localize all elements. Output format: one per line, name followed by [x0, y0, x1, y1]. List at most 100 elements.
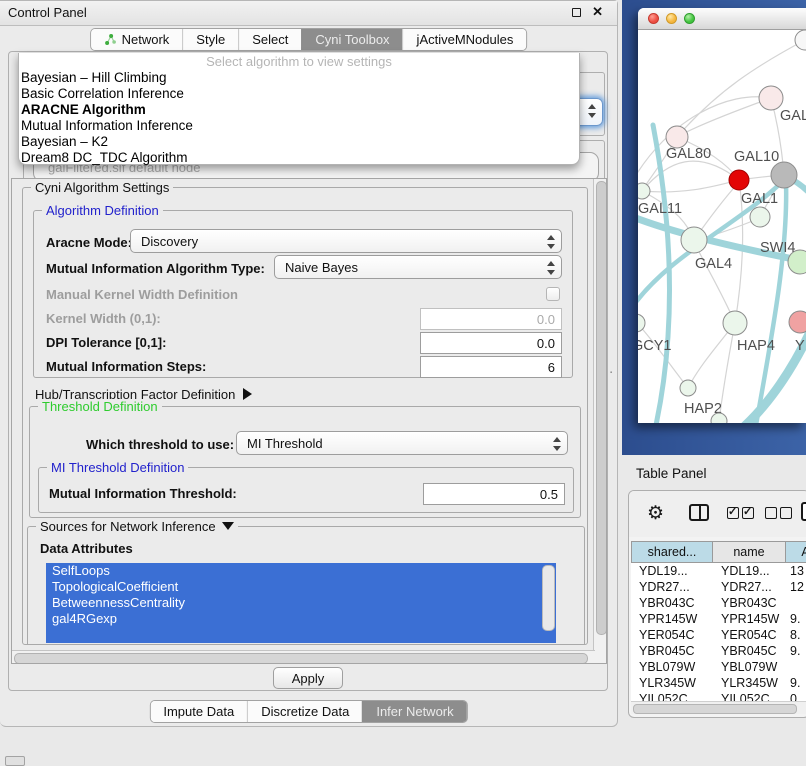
combo-arrows-icon	[587, 104, 596, 118]
settings-horizontal-scrollbar[interactable]	[12, 650, 595, 663]
cyni-settings-legend: Cyni Algorithm Settings	[31, 180, 173, 195]
table-horizontal-scrollbar[interactable]	[631, 701, 806, 714]
network-canvas[interactable]: GALGAL80GAL10GAL11GAL1GAL4SWI4GCY1HAP4YH…	[638, 30, 806, 423]
data-attribute-item[interactable]: SelfLoops	[46, 563, 556, 579]
network-node-hap4[interactable]	[723, 311, 747, 335]
table-rows: YDL19...YDL19...13YDR27...YDR27...12YBR0…	[631, 563, 806, 701]
table-cell: YBR043C	[631, 595, 713, 611]
table-row[interactable]: YBR045CYBR045C9.	[631, 643, 806, 659]
network-node[interactable]	[729, 170, 749, 190]
mi-steps-field[interactable]: 6	[420, 356, 562, 378]
table-icon[interactable]	[801, 502, 806, 521]
table-row[interactable]: YBL079WYBL079W	[631, 659, 806, 675]
table-cell: 9.	[786, 675, 806, 691]
network-node[interactable]	[795, 30, 806, 50]
table-row[interactable]: YPR145WYPR145W9.	[631, 611, 806, 627]
tab-label: Style	[196, 32, 225, 47]
tab-discretize-data[interactable]: Discretize Data	[247, 701, 362, 722]
control-panel-titlebar: Control Panel ✕	[0, 1, 617, 26]
settings-vertical-scrollbar[interactable]	[593, 179, 606, 663]
tab-network[interactable]: Network	[91, 29, 183, 50]
dropdown-prompt: Select algorithm to view settings	[19, 53, 579, 70]
table-cell: YIL052C	[713, 691, 786, 701]
close-icon[interactable]: ✕	[592, 4, 603, 20]
network-node-gal10[interactable]	[771, 162, 797, 188]
kernel-width-label: Kernel Width (0,1):	[46, 311, 161, 326]
table-row[interactable]: YLR345WYLR345W9.	[631, 675, 806, 691]
table-row[interactable]: YDL19...YDL19...13	[631, 563, 806, 579]
column-header[interactable]: shared...	[631, 541, 713, 563]
manual-kernel-checkbox	[546, 287, 560, 301]
dropdown-item[interactable]: Dream8 DC_TDC Algorithm	[19, 150, 579, 166]
network-graph: GALGAL80GAL10GAL11GAL1GAL4SWI4GCY1HAP4YH…	[638, 30, 806, 423]
unchecked-boxes-icon[interactable]	[765, 506, 795, 524]
table-row[interactable]: YDR27...YDR27...12	[631, 579, 806, 595]
apply-button[interactable]: Apply	[273, 667, 343, 689]
mi-threshold-value: 0.5	[540, 487, 558, 502]
tab-label: Discretize Data	[261, 704, 349, 719]
table-cell: 9.	[786, 611, 806, 627]
table-panel-title: Table Panel	[636, 466, 707, 481]
tab-label: Cyni Toolbox	[315, 32, 389, 47]
mi-threshold-field[interactable]: 0.5	[423, 483, 565, 505]
tab-impute-data[interactable]: Impute Data	[150, 701, 247, 722]
table-row[interactable]: YIL052CYIL052C0.	[631, 691, 806, 701]
table-cell: 9.	[786, 643, 806, 659]
column-header[interactable]: A	[786, 541, 806, 563]
table-row[interactable]: YBR043CYBR043C	[631, 595, 806, 611]
network-node-hap2[interactable]	[680, 380, 696, 396]
node-label: GAL11	[638, 201, 682, 217]
network-node-y[interactable]	[789, 311, 806, 333]
table-cell: YBR043C	[713, 595, 786, 611]
list-scrollbar[interactable]	[542, 565, 555, 631]
close-traffic-light-icon[interactable]	[648, 13, 659, 24]
network-window: GALGAL80GAL10GAL11GAL1GAL4SWI4GCY1HAP4YH…	[638, 8, 806, 423]
aracne-mode-combobox[interactable]: Discovery	[130, 229, 562, 253]
float-icon[interactable]	[572, 8, 581, 17]
splitter-handle[interactable]: ▪	[610, 370, 614, 376]
dropdown-item[interactable]: Basic Correlation Inference	[19, 86, 579, 102]
which-threshold-combobox[interactable]: MI Threshold	[236, 431, 568, 455]
network-node-gal[interactable]	[759, 86, 783, 110]
tab-label: Network	[122, 32, 170, 47]
network-node-gal80[interactable]	[666, 126, 688, 148]
table-panel-section: Table Panel ⚙ shared...nameA YDL19...YDL…	[618, 455, 806, 762]
tab-label: Impute Data	[163, 704, 234, 719]
columns-icon[interactable]	[689, 504, 709, 521]
bottom-left-partial-button[interactable]	[5, 756, 25, 766]
data-attributes-list[interactable]: SelfLoopsTopologicalCoefficientBetweenne…	[46, 563, 556, 643]
network-node-gal4[interactable]	[681, 227, 707, 253]
dropdown-item[interactable]: ARACNE Algorithm	[19, 102, 579, 118]
table-cell: 0.	[786, 691, 806, 701]
data-attribute-item[interactable]: TopologicalCoefficient	[46, 579, 556, 595]
zoom-traffic-light-icon[interactable]	[684, 13, 695, 24]
kernel-width-value: 0.0	[537, 312, 555, 327]
tab-label: Infer Network	[376, 704, 453, 719]
data-attribute-item[interactable]: gal4RGexp	[46, 611, 556, 627]
tab-select[interactable]: Select	[238, 29, 301, 50]
right-triangle-icon	[243, 388, 252, 400]
mi-type-combobox[interactable]: Naive Bayes	[274, 255, 562, 279]
dpi-tolerance-field[interactable]: 0.0	[420, 332, 562, 354]
tab-style[interactable]: Style	[182, 29, 238, 50]
network-node-gcy1[interactable]	[638, 314, 645, 332]
dropdown-item[interactable]: Bayesian – Hill Climbing	[19, 70, 579, 86]
data-attribute-item[interactable]: BetweennessCentrality	[46, 595, 556, 611]
dropdown-item[interactable]: Bayesian – K2	[19, 134, 579, 150]
checked-boxes-icon[interactable]	[727, 506, 757, 524]
column-header[interactable]: name	[713, 541, 786, 563]
minimize-traffic-light-icon[interactable]	[666, 13, 677, 24]
table-row[interactable]: YER054CYER054C8.	[631, 627, 806, 643]
which-threshold-label: Which threshold to use:	[86, 437, 234, 452]
tab-jactivemnodules[interactable]: jActiveMNodules	[403, 29, 527, 50]
table-cell: YPR145W	[713, 611, 786, 627]
dropdown-item[interactable]: Mutual Information Inference	[19, 118, 579, 134]
which-threshold-value: MI Threshold	[247, 436, 323, 451]
gear-icon[interactable]: ⚙	[647, 502, 664, 525]
threshold-definition-group: Threshold Definition Which threshold to …	[29, 406, 581, 518]
tab-cyni-toolbox[interactable]: Cyni Toolbox	[301, 29, 402, 50]
tab-infer-network[interactable]: Infer Network	[362, 701, 466, 722]
network-node-gal1[interactable]	[750, 207, 770, 227]
mi-type-value: Naive Bayes	[285, 260, 358, 275]
network-node-gal11[interactable]	[638, 183, 650, 199]
